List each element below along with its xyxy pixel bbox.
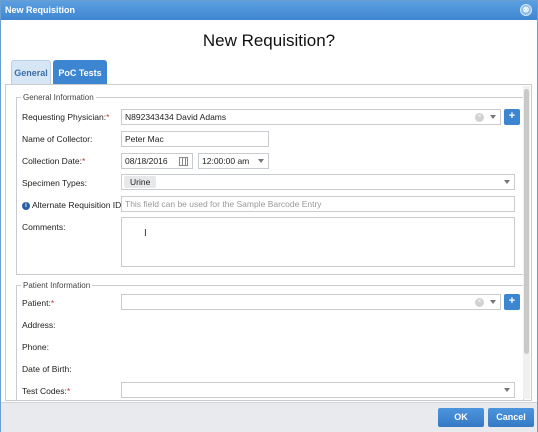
address-label: Address: [22,320,56,330]
collection-time-select[interactable]: 12:00:00 am [198,153,269,169]
clear-icon[interactable]: × [475,113,484,122]
required-marker: * [50,298,55,308]
collection-date-field[interactable]: 08/18/2016 [121,153,193,169]
phone-label: Phone: [22,342,49,352]
calendar-icon[interactable] [179,157,188,166]
test-codes-label: Test Codes:* [22,386,71,396]
add-physician-button[interactable]: + [504,109,520,125]
comments-textarea[interactable]: I [121,217,515,267]
info-icon[interactable]: i [22,202,30,210]
specimen-types-label: Specimen Types: [22,178,88,188]
chevron-down-icon [504,388,510,392]
text-cursor-icon: I [144,228,147,239]
close-icon[interactable]: ⊗ [520,4,532,16]
collection-date-label: Collection Date:* [22,156,86,166]
new-requisition-dialog: New Requisition ⊗ New Requisition? Gener… [0,0,538,432]
requesting-physician-select[interactable]: N892343434 David Adams × [121,109,501,125]
vertical-scrollbar[interactable] [523,86,530,399]
chevron-down-icon [504,180,510,184]
specimen-types-select[interactable]: Urine [121,174,515,190]
comments-label: Comments: [22,222,66,232]
clear-icon[interactable]: × [475,298,484,307]
required-marker: * [82,156,86,166]
ok-button[interactable]: OK [438,408,484,427]
patient-select[interactable]: × [121,294,501,310]
chevron-down-icon [258,159,264,163]
patient-label: Patient:* [22,298,55,308]
cancel-button[interactable]: Cancel [488,408,534,427]
add-patient-button[interactable]: + [504,294,520,310]
dialog-footer: OK Cancel [1,402,537,432]
requesting-physician-label: Requesting Physician:* [22,112,110,122]
specimen-tag[interactable]: Urine [124,176,157,188]
alternate-id-label: i Alternate Requisition ID: [22,200,124,210]
section-legend-general: General Information [23,93,94,102]
collector-name-field[interactable]: Peter Mac [121,131,269,147]
chevron-down-icon [490,115,496,119]
required-marker: * [106,112,110,122]
tab-general[interactable]: General [11,60,51,84]
scrollbar-thumb[interactable] [524,89,529,354]
collector-label: Name of Collector: [22,134,93,144]
title-bar: New Requisition ⊗ [1,1,537,20]
date-of-birth-label: Date of Birth: [22,364,72,374]
page-title: New Requisition? [202,31,336,50]
tab-poc-tests[interactable]: PoC Tests [53,60,107,84]
window-title: New Requisition [5,5,76,15]
chevron-down-icon [490,300,496,304]
required-marker: * [66,386,71,396]
section-legend-patient: Patient Information [23,281,91,290]
alternate-requisition-id-field[interactable]: This field can be used for the Sample Ba… [121,196,515,212]
form-panel: General Information Requesting Physician… [5,84,532,401]
test-codes-select[interactable] [121,382,515,398]
